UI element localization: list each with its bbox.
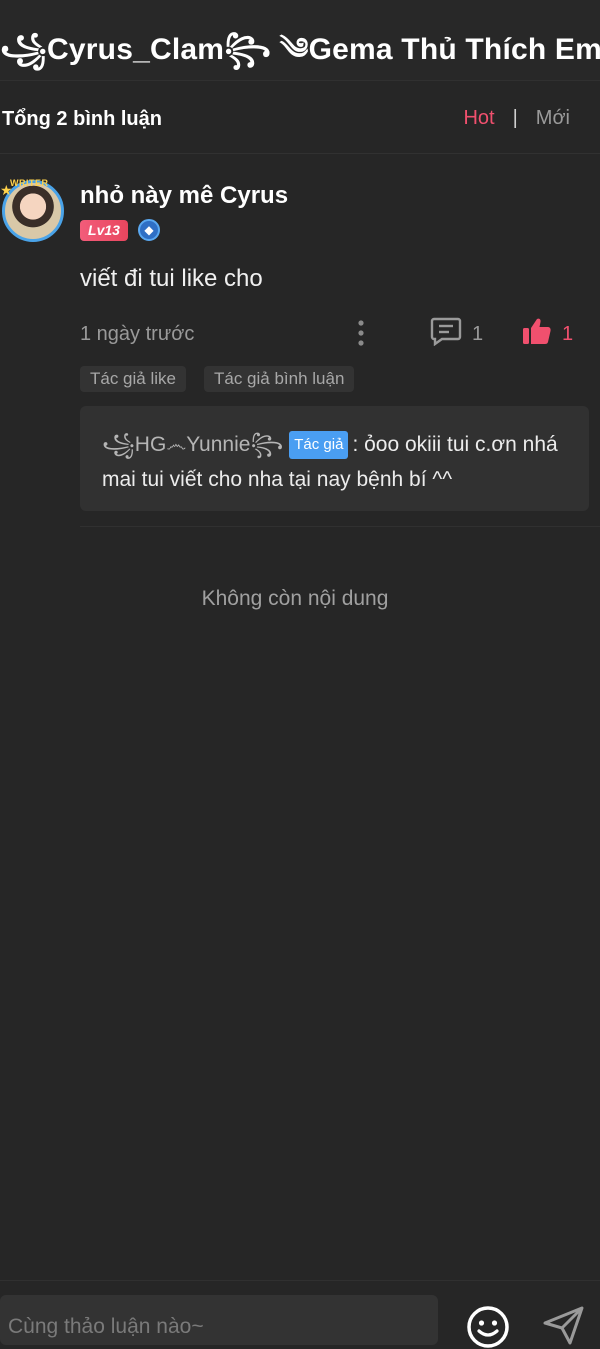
- reply-preview[interactable]: ꧁HG෴Yunnie꧂ Tác giả: ỏoo okiii tui c.ơn n…: [80, 406, 589, 511]
- sort-new-tab[interactable]: Mới: [536, 107, 570, 130]
- end-of-content-message: Không còn nội dung: [201, 587, 389, 610]
- reply-icon[interactable]: [430, 316, 462, 346]
- top-bar: ꧁Cyrus_Clam꧂ ༄Gema Thủ Thích Em.: [0, 0, 600, 81]
- reply-text: : ỏoo okiii tui c.ơn nhá: [352, 433, 558, 456]
- sort-tabs: Hot | Mới: [463, 107, 570, 130]
- sort-hot-tab[interactable]: Hot: [463, 107, 494, 130]
- comment-text: viết đi tui like cho: [80, 265, 263, 292]
- vip-diamond-icon: ◆: [138, 219, 160, 241]
- writer-badge: WRITER: [10, 178, 49, 188]
- level-badge: Lv13: [80, 220, 128, 241]
- more-options-icon[interactable]: [350, 318, 372, 348]
- comment-total: Tổng 2 bình luận: [2, 108, 162, 130]
- like-count: 1: [562, 323, 574, 345]
- author-tag-badge: Tác giả: [289, 431, 349, 459]
- comment-author[interactable]: nhỏ này mê Cyrus: [80, 182, 288, 210]
- author-liked-tag: Tác giả like: [80, 366, 186, 392]
- reply-author[interactable]: ꧁HG෴Yunnie꧂: [102, 433, 283, 456]
- avatar[interactable]: ★ WRITER: [0, 178, 70, 248]
- sort-separator: |: [512, 107, 518, 129]
- comments-header: Tổng 2 bình luận Hot | Mới: [0, 81, 600, 154]
- reply-text-continued: mai tui viết cho nha tại nay bệnh bí ^^: [102, 468, 453, 491]
- comment-divider: [80, 526, 600, 527]
- comment-input[interactable]: [0, 1295, 438, 1345]
- emoji-icon[interactable]: [466, 1305, 510, 1349]
- thumbs-up-icon[interactable]: [522, 316, 552, 346]
- reply-first-line: ꧁HG෴Yunnie꧂ Tác giả: ỏoo okiii tui c.ơn n…: [102, 428, 558, 471]
- comment-time: 1 ngày trước: [80, 323, 195, 345]
- send-icon[interactable]: [542, 1305, 586, 1345]
- author-commented-tag: Tác giả bình luận: [204, 366, 355, 392]
- reply-count: 1: [472, 323, 484, 345]
- comment-input-bar: [0, 1280, 600, 1348]
